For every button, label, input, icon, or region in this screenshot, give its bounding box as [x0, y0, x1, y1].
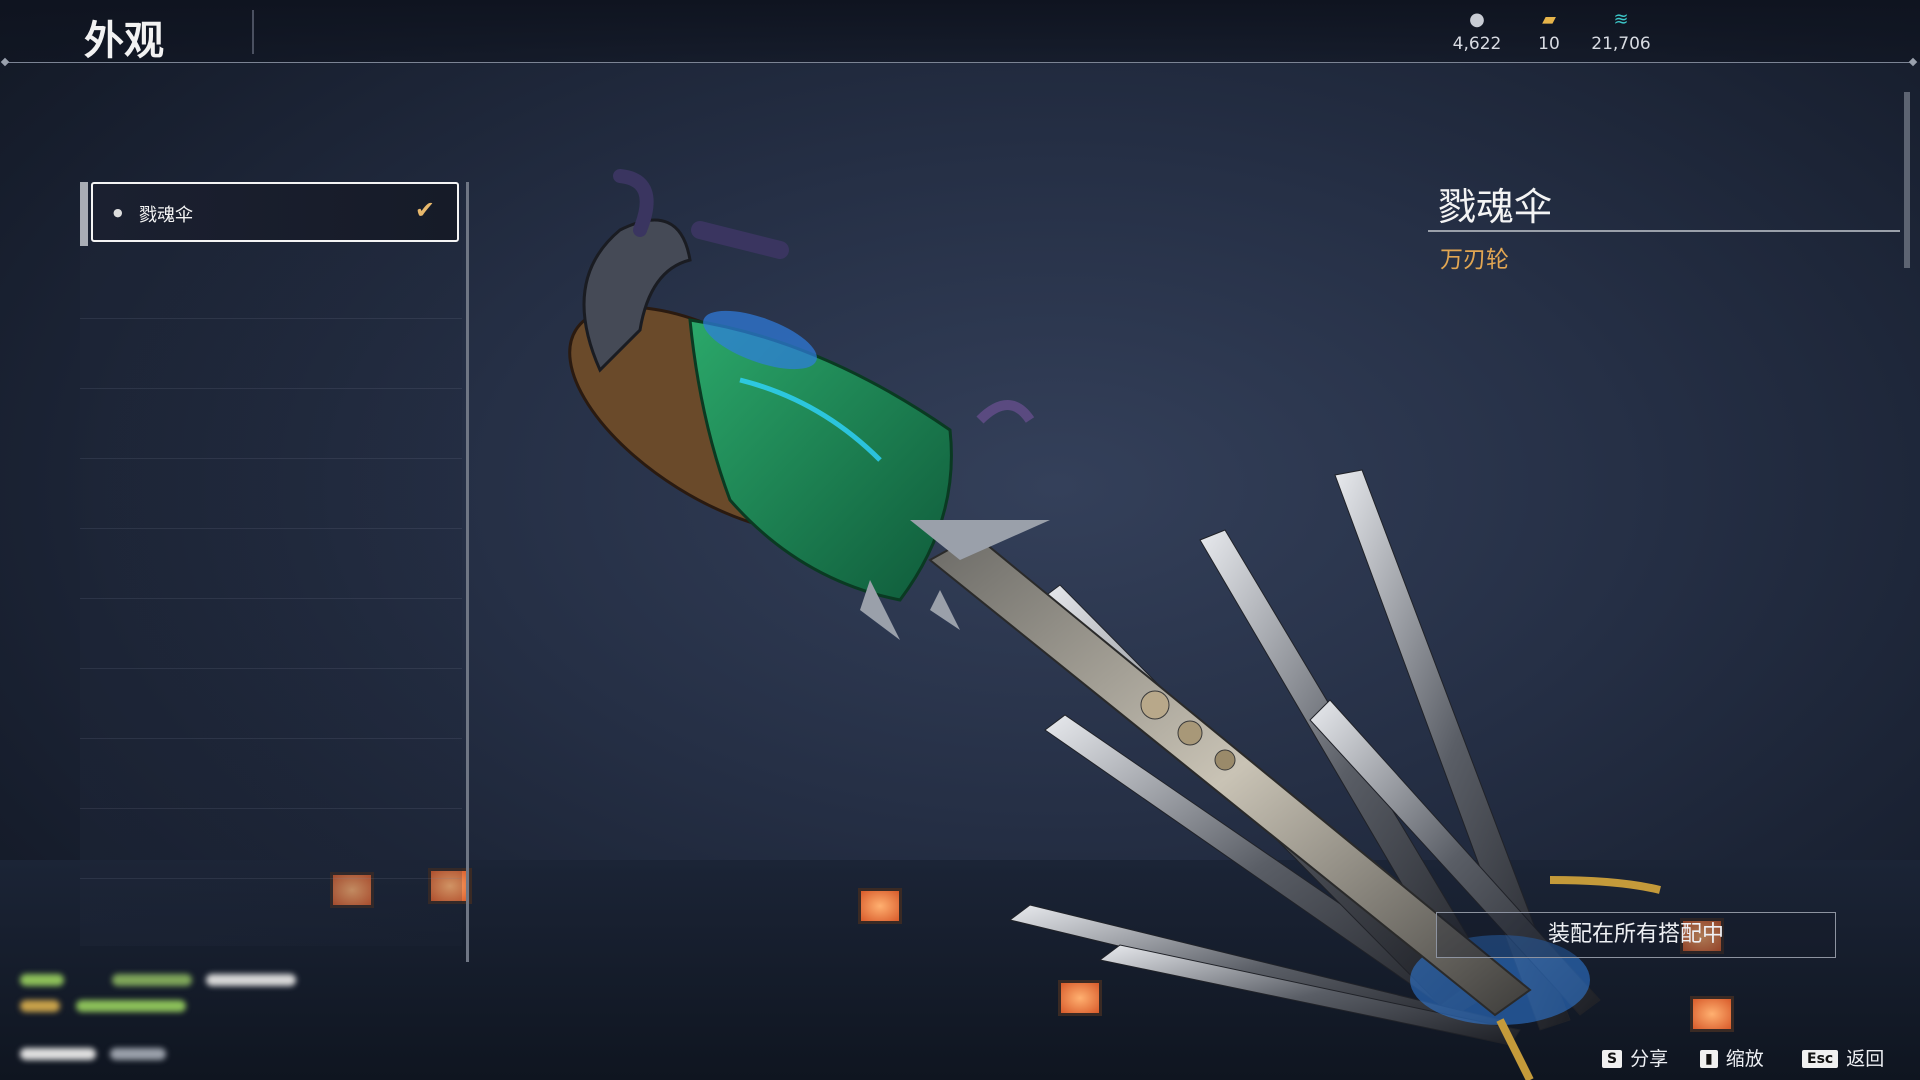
back-hint[interactable]: Esc 返回: [1802, 1044, 1884, 1071]
chest-icon: ▰: [1542, 9, 1556, 30]
empty-slot: [80, 322, 462, 389]
item-type: 万刃轮: [1440, 247, 1509, 273]
title-separator: [252, 10, 254, 54]
page-title: 外观: [84, 18, 164, 64]
currency-feathers: ≋ 21,706: [1576, 9, 1666, 55]
list-item-selected[interactable]: ● 戮魂伞 ✔: [91, 182, 459, 242]
list-scrollbar[interactable]: [466, 182, 469, 962]
selection-indicator: [80, 182, 88, 246]
item-name: 戮魂伞: [1438, 185, 1553, 229]
currency-value: 21,706: [1591, 34, 1651, 54]
coin-icon: ●: [1469, 9, 1485, 30]
empty-slot: [80, 742, 462, 809]
zoom-hint[interactable]: ▮ 缩放: [1700, 1044, 1764, 1071]
share-hint[interactable]: S 分享: [1602, 1044, 1668, 1071]
hint-label: 返回: [1846, 1048, 1885, 1070]
empty-slot: [80, 532, 462, 599]
empty-slot: [80, 812, 462, 879]
key-s: S: [1602, 1050, 1623, 1068]
scene-background: 外观 ● 4,622 ▰ 10 ≋ 21,706 ● 戮魂伞 ✔ 戮魂伞 万刃轮…: [0, 0, 1920, 1080]
empty-slot: [80, 672, 462, 739]
list-item-label: 戮魂伞: [139, 205, 193, 226]
empty-slot: [80, 392, 462, 459]
equip-all-button[interactable]: 装配在所有搭配中: [1436, 912, 1836, 958]
hint-label: 缩放: [1725, 1048, 1764, 1070]
top-divider: [6, 62, 1914, 63]
detail-scrollbar[interactable]: [1904, 92, 1910, 268]
check-icon: ✔: [414, 196, 435, 224]
hint-label: 分享: [1630, 1048, 1669, 1070]
name-underline: [1428, 230, 1900, 232]
empty-slot: [80, 602, 462, 669]
mouse-icon: ▮: [1700, 1050, 1718, 1068]
droplet-icon: ●: [113, 206, 123, 219]
empty-slot: [80, 252, 462, 319]
empty-slot: [80, 462, 462, 529]
feather-icon: ≋: [1613, 9, 1629, 30]
key-esc: Esc: [1802, 1050, 1839, 1068]
